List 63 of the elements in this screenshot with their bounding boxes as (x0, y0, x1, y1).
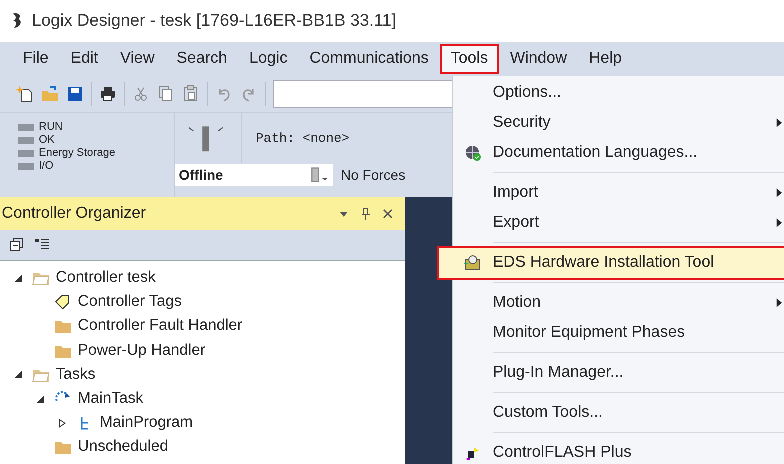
tree-item[interactable]: Controller tesk (56, 269, 156, 288)
path-label: Path: <none> (241, 113, 350, 163)
status-label: OK (39, 134, 55, 146)
expander-icon[interactable] (14, 274, 23, 283)
mode-field[interactable]: Offline (175, 164, 333, 186)
folder-icon (32, 270, 50, 286)
menu-entry[interactable]: Motion (453, 288, 784, 318)
close-icon[interactable] (383, 208, 393, 218)
expander-icon[interactable] (14, 370, 23, 380)
tree-item[interactable]: Power-Up Handler (78, 342, 206, 360)
tree-item[interactable]: MainProgram (100, 414, 194, 432)
expander-icon[interactable] (58, 418, 67, 428)
new-file-icon[interactable] (16, 85, 34, 103)
save-icon[interactable] (66, 85, 84, 103)
install-package-icon (463, 254, 483, 272)
menu-entry[interactable]: Export (453, 208, 784, 238)
pin-icon[interactable] (361, 208, 371, 220)
tree-item[interactable]: Controller Fault Handler (78, 317, 243, 336)
status-label: Energy Storage (39, 147, 116, 159)
tree-item[interactable]: MainTask (78, 390, 144, 408)
window-title: Logix Designer - tesk [1769-L16ER-BB1B 33.11] (32, 11, 396, 31)
menu-item[interactable]: Tools (440, 44, 500, 74)
status-light (18, 162, 34, 170)
tree-item[interactable]: Unscheduled (78, 438, 168, 456)
tree-item[interactable]: Tasks (56, 366, 96, 384)
menu-item[interactable]: Search (166, 44, 238, 74)
globe-icon (464, 144, 482, 162)
tree-item[interactable]: Controller Tags (78, 293, 182, 312)
menu-entry[interactable]: Security (453, 108, 784, 138)
expander-icon[interactable] (36, 394, 45, 404)
menu-entry[interactable]: ControlFLASH Plus (453, 438, 784, 464)
print-icon[interactable] (99, 85, 117, 103)
forces-label: No Forces (340, 167, 406, 183)
menu-item[interactable]: Logic (238, 44, 299, 74)
app-logo-icon (10, 12, 24, 30)
menu-item[interactable]: File (12, 44, 60, 74)
open-folder-icon[interactable] (41, 85, 59, 103)
menu-entry[interactable]: Plug-In Manager... (453, 358, 784, 388)
menu-item[interactable]: Window (499, 44, 578, 74)
panel-title: Controller Organizer (2, 204, 146, 222)
menu-entry[interactable]: EDS Hardware Installation Tool (439, 248, 784, 278)
menu-item[interactable]: Edit (60, 44, 110, 74)
status-label: RUN (39, 121, 63, 133)
paste-icon[interactable] (182, 85, 200, 103)
list-view-icon[interactable] (34, 238, 50, 252)
menu-entry[interactable]: Documentation Languages... (453, 138, 784, 168)
menu-entry[interactable]: Monitor Equipment Phases (453, 318, 784, 348)
menu-item[interactable]: Help (578, 44, 634, 74)
folder-icon (54, 439, 72, 456)
dropdown-icon[interactable] (311, 167, 329, 183)
cut-icon[interactable] (132, 85, 150, 103)
menu-item[interactable]: Communications (298, 44, 440, 74)
status-light (18, 124, 34, 130)
status-light (18, 136, 34, 144)
status-label: I/O (39, 160, 54, 172)
folder-icon (54, 318, 72, 334)
menu-entry[interactable]: Import (453, 178, 784, 208)
tag-icon (54, 294, 72, 310)
menu-item[interactable]: View (109, 44, 166, 74)
menu-entry[interactable]: Custom Tools... (453, 398, 784, 428)
collapse-icon[interactable] (10, 238, 24, 252)
status-light (18, 150, 34, 156)
copy-icon[interactable] (157, 85, 175, 103)
